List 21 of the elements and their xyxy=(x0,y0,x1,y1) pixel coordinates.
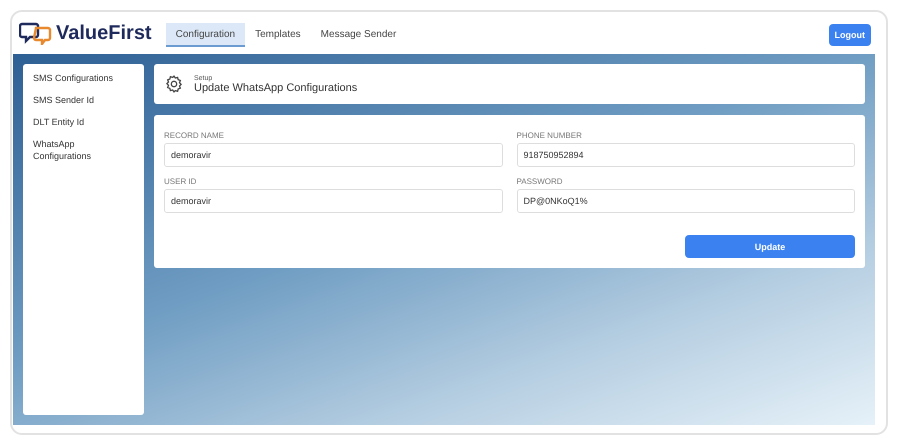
nav-tab[interactable]: Message Sender xyxy=(310,23,406,47)
field-label: USER ID xyxy=(164,177,198,186)
sidebar-item[interactable]: DLT Entity Id xyxy=(33,116,134,128)
nav-tab[interactable]: Configuration xyxy=(166,23,246,47)
field-label: PASSWORD xyxy=(516,177,564,186)
field-label: RECORD NAME xyxy=(164,131,226,140)
header-title: Update WhatsApp Configurations xyxy=(194,82,358,94)
input-field[interactable]: demoravir xyxy=(164,189,502,213)
logo-icon xyxy=(19,21,53,45)
input-field[interactable]: 918750952894 xyxy=(516,143,855,167)
input-field[interactable]: demoravir xyxy=(164,143,502,167)
logout-button[interactable]: Logout xyxy=(828,24,871,46)
brand-name: ValueFirst xyxy=(56,22,152,44)
field-label: PHONE NUMBER xyxy=(516,131,583,140)
sidebar-item[interactable]: SMS Configurations xyxy=(33,72,134,84)
nav-tab[interactable]: Templates xyxy=(245,23,311,47)
gear-icon xyxy=(164,74,184,94)
update-button[interactable]: Update xyxy=(685,235,855,258)
input-field[interactable]: DP@0NKoQ1% xyxy=(516,189,855,213)
sidebar-item[interactable]: WhatsApp Configurations xyxy=(33,138,134,162)
sidebar-item[interactable]: SMS Sender Id xyxy=(33,94,134,106)
